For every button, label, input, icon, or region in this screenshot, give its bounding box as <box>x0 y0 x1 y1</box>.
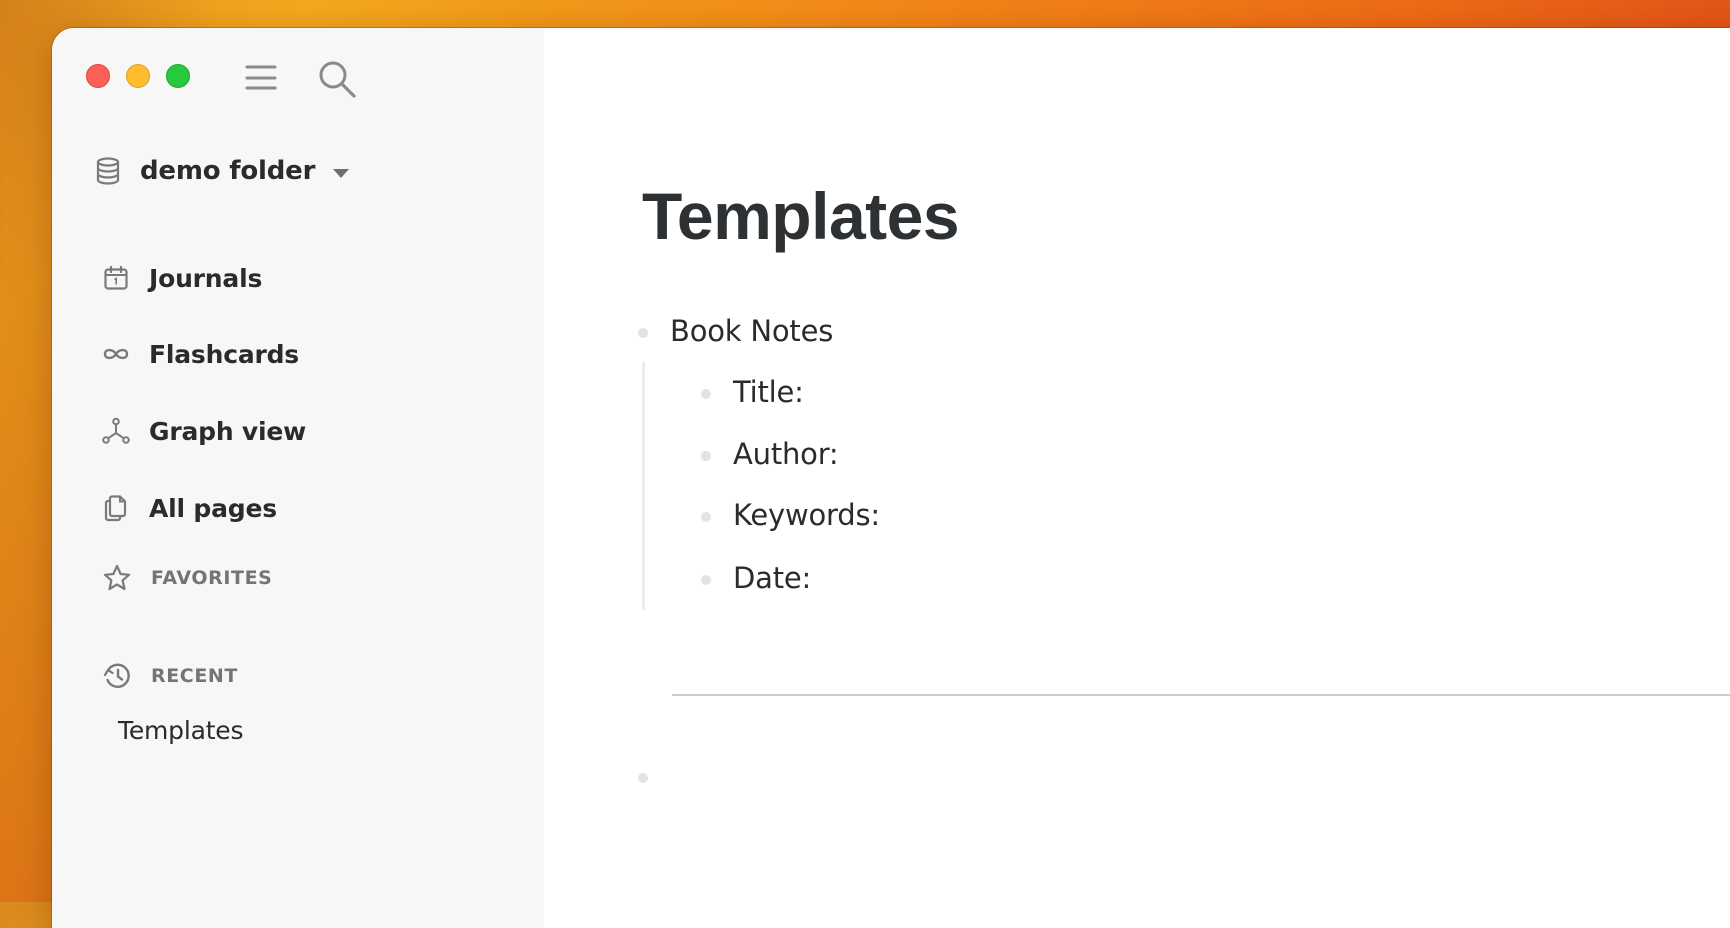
app-window: demo folder Journals Flashcards Graph vi… <box>52 28 1730 928</box>
block-keywords-field[interactable]: Keywords: <box>733 498 880 532</box>
block-author-field[interactable]: Author: <box>733 437 839 471</box>
block-bullet[interactable] <box>701 389 711 399</box>
left-sidebar: demo folder Journals Flashcards Graph vi… <box>52 28 544 928</box>
folder-switcher[interactable]: demo folder <box>96 152 350 190</box>
database-icon <box>96 157 120 185</box>
sidebar-section-favorites[interactable]: FAVORITES <box>102 561 272 595</box>
pages-icon <box>102 494 130 522</box>
sidebar-item-journals[interactable]: Journals <box>102 258 262 298</box>
sidebar-item-all-pages[interactable]: All pages <box>102 488 277 528</box>
sidebar-item-label: Flashcards <box>149 339 299 369</box>
window-zoom-button[interactable] <box>166 64 190 88</box>
block-bullet[interactable] <box>701 512 711 522</box>
sidebar-item-graph-view[interactable]: Graph view <box>102 411 306 451</box>
graph-icon <box>102 417 130 445</box>
page-title[interactable]: Templates <box>642 178 960 254</box>
folder-name: demo folder <box>140 156 316 186</box>
block-title-field[interactable]: Title: <box>733 375 804 409</box>
sidebar-item-label: All pages <box>149 493 277 523</box>
history-icon <box>102 661 132 691</box>
sidebar-item-label: Journals <box>149 263 263 293</box>
window-close-button[interactable] <box>86 64 110 88</box>
caret-down-icon[interactable] <box>333 168 350 178</box>
block-bullet[interactable] <box>701 451 711 461</box>
horizontal-rule <box>672 694 1730 696</box>
sidebar-item-label: Graph view <box>149 416 307 446</box>
block-date-field[interactable]: Date: <box>733 561 811 595</box>
calendar-icon <box>102 264 130 292</box>
page-editor: Templates Book Notes Title: Author: Keyw… <box>544 28 1730 928</box>
window-minimize-button[interactable] <box>126 64 150 88</box>
section-label: RECENT <box>151 665 238 687</box>
infinity-icon <box>102 340 130 368</box>
sidebar-item-flashcards[interactable]: Flashcards <box>102 334 299 374</box>
children-guide-line <box>642 362 645 610</box>
search-icon[interactable] <box>316 58 360 102</box>
star-icon <box>102 563 132 593</box>
block-book-notes[interactable]: Book Notes <box>670 314 833 348</box>
section-label: FAVORITES <box>151 567 273 589</box>
block-bullet[interactable] <box>638 328 648 338</box>
recent-item-templates[interactable]: Templates <box>118 716 244 745</box>
hamburger-menu-icon[interactable] <box>244 62 278 92</box>
block-bullet[interactable] <box>701 575 711 585</box>
empty-block[interactable] <box>670 759 1270 793</box>
sidebar-section-recent[interactable]: RECENT <box>102 659 238 693</box>
empty-block-bullet[interactable] <box>638 773 648 783</box>
